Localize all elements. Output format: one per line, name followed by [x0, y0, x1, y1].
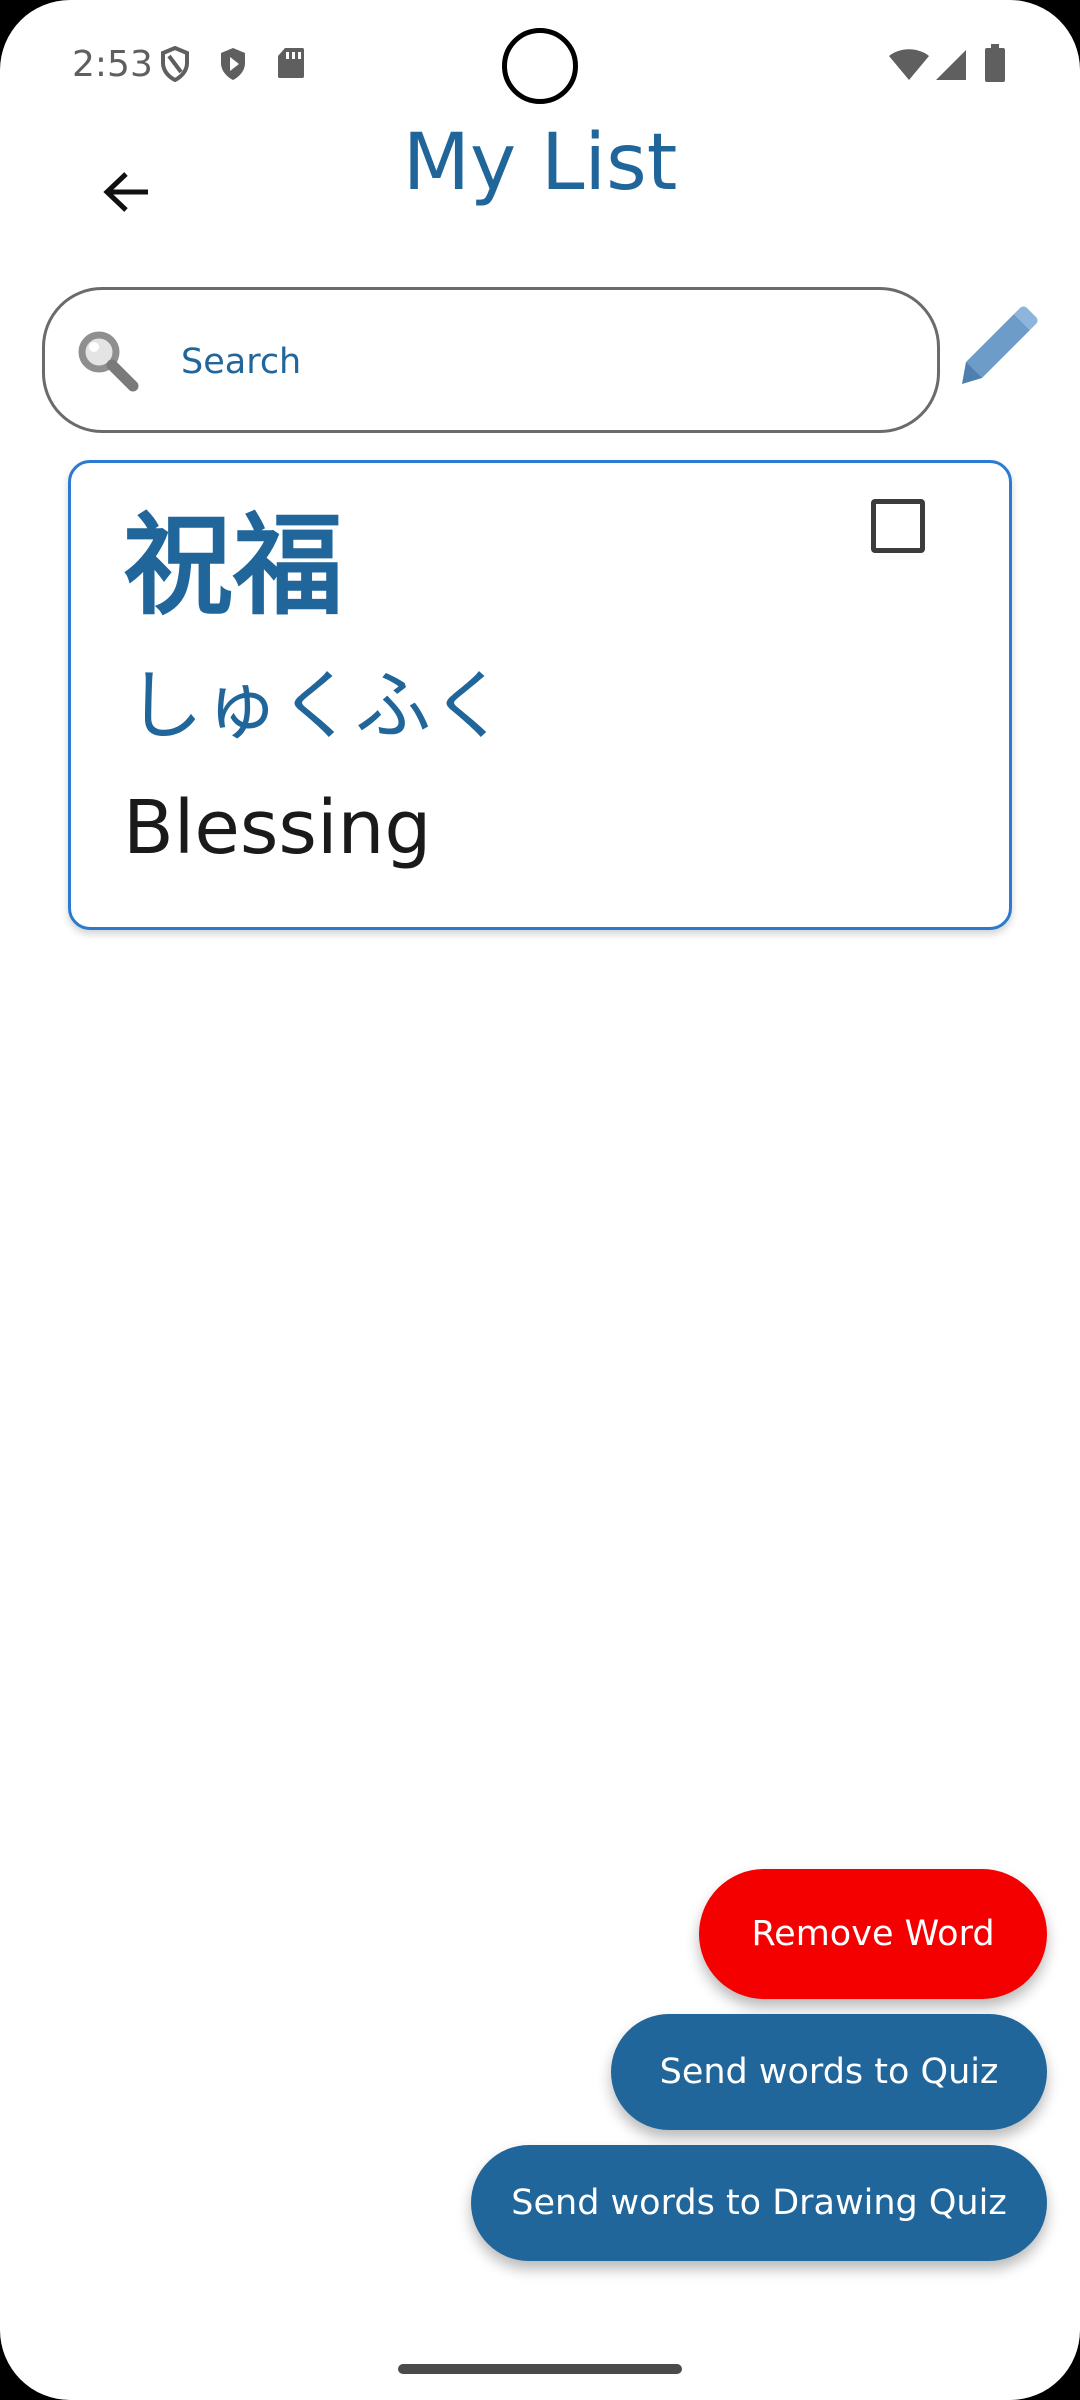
pencil-icon [954, 306, 1038, 394]
word-meaning: Blessing [123, 785, 432, 871]
send-to-quiz-button[interactable]: Send words to Quiz [611, 2014, 1047, 2130]
status-bar: 2:53 [0, 0, 1080, 130]
camera-cutout [502, 28, 578, 104]
edit-button[interactable] [954, 306, 1038, 390]
remove-word-button[interactable]: Remove Word [699, 1869, 1047, 1999]
cellular-signal-icon [934, 48, 968, 87]
sd-card-icon [276, 46, 306, 85]
word-reading: しゅくふく [127, 661, 507, 750]
status-time: 2:53 [72, 44, 153, 85]
wifi-icon [888, 48, 930, 87]
word-card[interactable]: 祝福 しゅくふく Blessing [68, 460, 1012, 930]
app-screen: 2:53 My List Search 祝福 しゅくふく Blessing Re… [0, 0, 1080, 2400]
play-protect-icon [218, 46, 248, 87]
battery-icon [984, 44, 1006, 87]
word-kanji: 祝福 [123, 502, 343, 630]
search-input[interactable] [179, 330, 899, 394]
magnifier-icon [73, 326, 141, 399]
shield-outline-icon [160, 45, 190, 87]
word-select-checkbox[interactable] [871, 499, 925, 553]
send-to-drawing-quiz-button[interactable]: Send words to Drawing Quiz [471, 2145, 1047, 2261]
page-title: My List [402, 118, 678, 208]
search-bar[interactable] [42, 287, 940, 433]
home-indicator[interactable] [398, 2364, 682, 2374]
